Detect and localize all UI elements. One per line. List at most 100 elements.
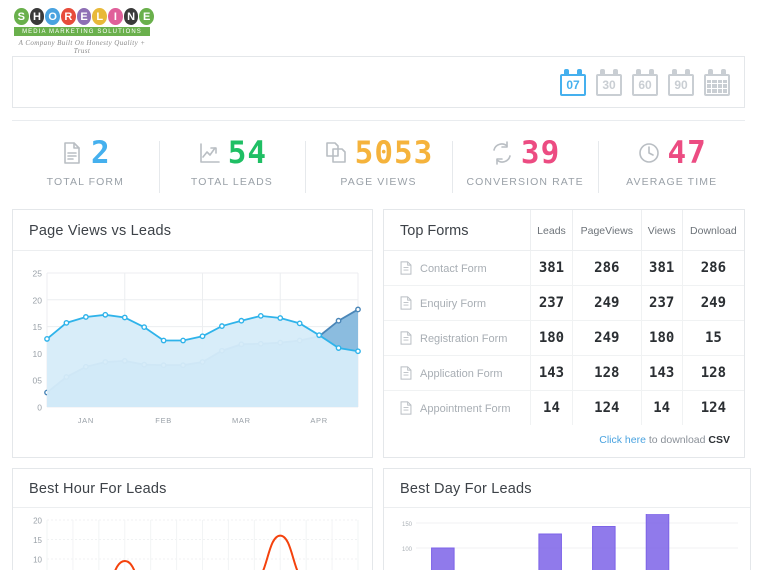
date-filter-toolbar: 07 30 60 90 — [12, 56, 745, 108]
logo-letter-e-8: E — [139, 8, 155, 25]
logo-subtitle: MEDIA MARKETING SOLUTIONS — [14, 27, 150, 36]
csv-footer-label: CSV — [708, 434, 730, 446]
best-day-chart-svg: 100150200 — [402, 497, 738, 570]
date-range-custom[interactable] — [704, 68, 730, 96]
y-tick-label: 0 — [37, 403, 42, 413]
dashboard-page: SHORELINE MEDIA MARKETING SOLUTIONS A Co… — [0, 0, 757, 570]
date-range-30[interactable]: 30 — [596, 68, 622, 96]
cell-leads: 14 — [529, 390, 573, 425]
logo-letter-o-2: O — [45, 8, 61, 25]
cell-pageviews: 249 — [572, 285, 642, 321]
stat-total-form: 2 TOTAL FORM — [12, 133, 159, 188]
y-tick-label: 10 — [33, 556, 42, 565]
x-tick-label: MAR — [232, 416, 251, 425]
date-range-7[interactable]: 07 — [560, 68, 586, 96]
cell-leads: 381 — [529, 250, 573, 286]
download-csv-link[interactable]: Click here — [599, 434, 646, 446]
stat-value-group: 5053 — [305, 133, 452, 173]
stat-value: 2 — [90, 134, 111, 171]
cell-pageviews: 124 — [572, 390, 642, 425]
logo-letter-n-7: N — [123, 8, 139, 25]
form-name-cell: Appointment Form — [384, 391, 530, 426]
logo-header: SHORELINE MEDIA MARKETING SOLUTIONS A Co… — [0, 0, 757, 56]
stat-value: 5053 — [354, 134, 434, 171]
x-tick-label: JAN — [78, 416, 94, 425]
stats-row: 2 TOTAL FORM 54 TOTAL LEADS 5053 PAGE VIEWS 39… — [12, 121, 745, 199]
calendar-icon: 90 — [668, 73, 694, 96]
cell-views: 381 — [640, 250, 683, 286]
chart-title-best-day: Best Day For Leads — [384, 469, 750, 508]
cell-views: 14 — [640, 390, 683, 425]
stat-total-leads: 54 TOTAL LEADS — [158, 133, 306, 193]
document-icon — [400, 296, 412, 310]
calendar-icon: 30 — [596, 73, 622, 96]
cell-pageviews: 128 — [572, 355, 642, 391]
top-forms-table: Top Forms Leads PageViews Views Download… — [384, 210, 744, 425]
table-row[interactable]: Application Form 143 128 143 128 — [384, 355, 744, 391]
stat-label: CONVERSION RATE — [466, 175, 584, 188]
best-hour-chart: 10 15 20 — [13, 508, 372, 570]
bar — [431, 547, 455, 570]
table-body: Contact Form 381 286 381 286 Enquiry Form 237 2… — [384, 250, 744, 426]
cell-views: 143 — [640, 355, 683, 391]
form-name: Contact Form — [420, 263, 487, 275]
x-tick-label: APR — [310, 416, 328, 425]
y-tick-label: 150 — [402, 522, 413, 528]
table-head: Top Forms Leads PageViews Views Download — [384, 210, 744, 251]
stat-value: 54 — [227, 134, 268, 171]
stat-value-group: 2 — [12, 133, 159, 173]
pages-icon — [325, 141, 346, 163]
cell-views: 180 — [640, 320, 683, 356]
logo-letter-e-4: E — [76, 8, 92, 25]
stat-value: 39 — [520, 134, 561, 171]
stat-page-views: 5053 PAGE VIEWS — [305, 133, 452, 193]
best-day-chart: 100150200 — [384, 497, 750, 570]
form-name-cell: Enquiry Form — [384, 285, 531, 321]
top-forms-title: Top Forms — [384, 210, 531, 251]
form-name: Registration Form — [420, 333, 508, 345]
stat-label: AVERAGE TIME — [626, 175, 718, 188]
table-header-row: Top Forms Leads PageViews Views Download — [384, 210, 744, 251]
trend-up-icon — [199, 142, 220, 163]
logo-letter-r-3: R — [61, 8, 76, 25]
cell-download: 124 — [681, 390, 744, 425]
area-chart: 0 05 10 15 20 25 JAN FEB MAR APR — [13, 251, 372, 448]
col-download: Download — [681, 210, 744, 251]
y-tick-label: 05 — [33, 376, 43, 386]
table-row[interactable]: Appointment Form 14 124 14 124 — [384, 390, 744, 426]
calendar-grid-icon — [707, 79, 727, 93]
form-name: Enquiry Form — [420, 298, 487, 310]
clock-icon — [638, 142, 659, 163]
shoreline-logo[interactable]: SHORELINE MEDIA MARKETING SOLUTIONS A Co… — [14, 8, 155, 55]
table-row[interactable]: Registration Form 180 249 180 15 — [384, 320, 744, 356]
y-tick-label: 15 — [33, 322, 43, 332]
date-range-90[interactable]: 90 — [668, 68, 694, 96]
form-name-cell: Contact Form — [384, 250, 531, 286]
card-top-forms: Top Forms Leads PageViews Views Download… — [383, 209, 745, 458]
document-icon — [400, 261, 412, 275]
card-page-views-vs-leads: Page Views vs Leads 0 05 10 15 20 25 JAN FEB MAR… — [12, 209, 373, 458]
stat-label: TOTAL FORM — [46, 175, 124, 188]
y-tick-label: 10 — [33, 349, 43, 359]
table-row[interactable]: Contact Form 381 286 381 286 — [384, 250, 744, 286]
cell-leads: 237 — [529, 285, 573, 321]
stat-value-group: 39 — [452, 133, 599, 173]
stat-conversion-rate: 39 CONVERSION RATE — [451, 133, 599, 193]
card-best-day: Best Day For Leads 100150200 — [383, 468, 751, 570]
date-range-60[interactable]: 60 — [632, 68, 658, 96]
cell-pageviews: 286 — [572, 250, 642, 286]
form-name: Appointment Form — [420, 403, 511, 415]
bar — [592, 526, 616, 570]
content-row-2: Best Hour For Leads 10 15 20 Best Day For … — [12, 468, 751, 570]
card-best-hour: Best Hour For Leads 10 15 20 — [12, 468, 373, 570]
calendar-icon: 60 — [632, 73, 658, 96]
cell-download: 15 — [681, 320, 744, 356]
col-leads: Leads — [529, 210, 573, 251]
refresh-icon — [493, 140, 511, 165]
y-tick-label: 15 — [33, 536, 42, 545]
table-row[interactable]: Enquiry Form 237 249 237 249 — [384, 285, 744, 321]
best-hour-chart-svg: 10 15 20 — [33, 517, 359, 570]
cell-leads: 143 — [529, 355, 573, 391]
y-tick-label: 20 — [33, 295, 43, 305]
logo-letter-l-5: L — [92, 8, 108, 25]
